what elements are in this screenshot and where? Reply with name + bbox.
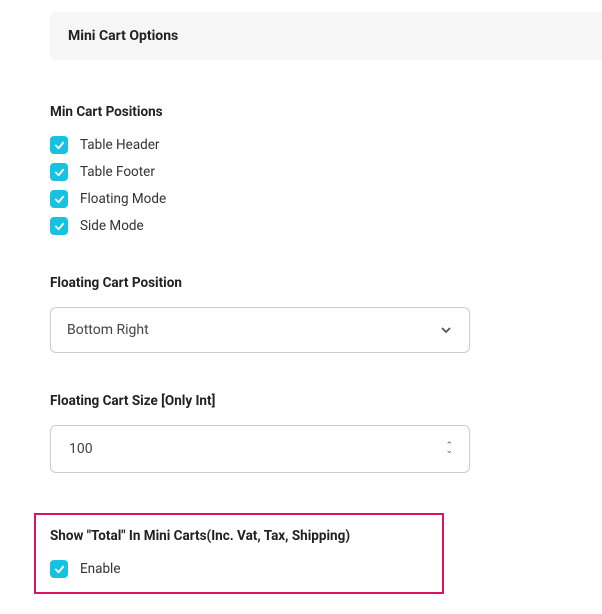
check-icon — [54, 167, 65, 178]
checkbox-row-enable: Enable — [50, 560, 428, 578]
positions-label: Min Cart Positions — [50, 104, 602, 120]
checkbox-label: Floating Mode — [80, 191, 166, 207]
floating-size-label: Floating Cart Size [Only Int] — [50, 393, 602, 409]
floating-position-group: Floating Cart Position Bottom Right — [50, 275, 602, 353]
select-value: Bottom Right — [67, 322, 149, 338]
checkbox-label: Table Header — [80, 137, 160, 153]
check-icon — [54, 564, 65, 575]
floating-size-field: ⌃ ⌄ — [50, 425, 470, 473]
floating-position-label: Floating Cart Position — [50, 275, 602, 291]
checkbox-table-footer[interactable] — [50, 163, 68, 181]
check-icon — [54, 140, 65, 151]
checkbox-row-floating-mode: Floating Mode — [50, 190, 602, 208]
checkbox-label: Enable — [80, 561, 121, 577]
check-icon — [54, 221, 65, 232]
check-icon — [54, 194, 65, 205]
number-stepper[interactable]: ⌃ ⌄ — [445, 444, 453, 454]
checkbox-label: Table Footer — [80, 164, 155, 180]
checkbox-label: Side Mode — [80, 218, 144, 234]
checkbox-table-header[interactable] — [50, 136, 68, 154]
checkbox-row-table-header: Table Header — [50, 136, 602, 154]
checkbox-side-mode[interactable] — [50, 217, 68, 235]
checkbox-enable[interactable] — [50, 560, 68, 578]
floating-position-select[interactable]: Bottom Right — [50, 307, 470, 353]
positions-group: Min Cart Positions Table Header Table Fo… — [50, 104, 602, 235]
section-title: Mini Cart Options — [68, 28, 178, 44]
floating-size-group: Floating Cart Size [Only Int] ⌃ ⌄ — [50, 393, 602, 473]
show-total-highlight: Show "Total" In Mini Carts(Inc. Vat, Tax… — [34, 513, 444, 594]
chevron-down-icon — [439, 323, 453, 337]
checkbox-row-table-footer: Table Footer — [50, 163, 602, 181]
section-header: Mini Cart Options — [50, 12, 602, 60]
stepper-down-icon: ⌄ — [445, 449, 453, 454]
floating-size-input[interactable] — [67, 440, 445, 458]
show-total-label: Show "Total" In Mini Carts(Inc. Vat, Tax… — [50, 528, 428, 544]
checkbox-floating-mode[interactable] — [50, 190, 68, 208]
checkbox-row-side-mode: Side Mode — [50, 217, 602, 235]
